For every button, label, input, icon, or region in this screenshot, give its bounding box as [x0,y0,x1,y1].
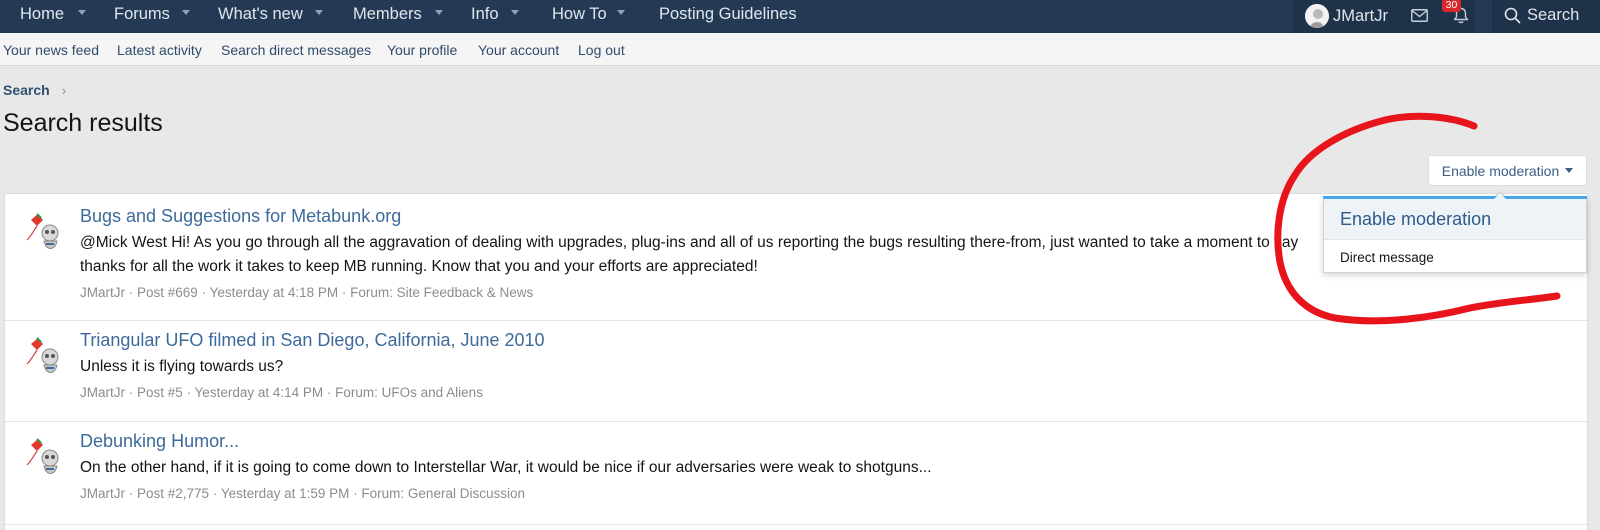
result-post-number[interactable]: Post #669 [137,285,198,300]
result-forum-link[interactable]: Forum: Site Feedback & News [350,285,533,300]
result-author-link[interactable]: JMartJr [80,486,125,501]
subnav-search-direct-messages[interactable]: Search direct messages [221,42,371,58]
dropdown-item-direct-message[interactable]: Direct message [1324,240,1586,265]
breadcrumb-chevron-icon: › [61,82,67,98]
result-snippet: On the other hand, if it is going to com… [80,459,932,476]
username-label: JMartJr [1333,6,1388,25]
dropdown-accent-line [1323,196,1587,199]
result-timestamp: Yesterday at 1:59 PM [220,486,350,501]
nav-posting-guidelines[interactable]: Posting Guidelines [659,0,797,33]
search-icon [1504,7,1521,23]
result-title-link[interactable]: Bugs and Suggestions for Metabunk.org [80,206,401,227]
subnav-latest-activity[interactable]: Latest activity [117,42,202,58]
result-meta: JMartJr · Post #669 · Yesterday at 4:18 … [80,285,534,300]
chevron-down-icon [1565,168,1574,173]
subnav-news-feed[interactable]: Your news feed [3,42,99,58]
nav-posting-guidelines-label: Posting Guidelines [659,5,797,23]
result-timestamp: Yesterday at 4:14 PM [194,385,324,400]
dropdown-pointer-inner [1493,192,1507,200]
nav-info[interactable]: Info [471,0,499,33]
alerts-count-badge: 30 [1442,0,1461,12]
subnav-your-profile[interactable]: Your profile [387,42,457,58]
search-button[interactable]: Search [1504,0,1579,30]
nav-whats-new[interactable]: What's new [218,0,303,33]
result-post-number[interactable]: Post #5 [137,385,183,400]
kite-avatar-icon [26,213,59,249]
user-avatar [1305,4,1329,28]
nav-members[interactable]: Members [353,0,422,33]
nav-home[interactable]: Home [20,0,64,33]
sub-navigation-bar: Your news feed Latest activity Search di… [0,33,1600,66]
result-avatar[interactable] [19,431,71,483]
result-snippet: Unless it is flying towards us? [80,358,284,375]
subnav-your-account[interactable]: Your account [478,42,559,58]
result-forum-link[interactable]: Forum: UFOs and Aliens [335,385,483,400]
result-forum-link[interactable]: Forum: General Discussion [361,486,525,501]
nav-info-label: Info [471,5,499,23]
subnav-log-out[interactable]: Log out [578,42,625,58]
nav-forums-label: Forums [114,5,170,23]
enable-moderation-button-label: Enable moderation [1441,162,1560,179]
nav-home-chevron-icon[interactable] [78,10,86,15]
result-meta: JMartJr · Post #5 · Yesterday at 4:14 PM… [80,385,483,400]
account-menu[interactable]: JMartJr [1305,1,1388,31]
nav-how-to-label: How To [552,5,607,23]
nav-how-to[interactable]: How To [552,0,607,33]
nav-forums[interactable]: Forums [114,0,170,33]
enable-moderation-button[interactable]: Enable moderation [1428,155,1587,186]
result-timestamp: Yesterday at 4:18 PM [209,285,339,300]
result-meta: JMartJr · Post #2,775 · Yesterday at 1:5… [80,486,525,501]
nav-members-label: Members [353,5,422,23]
kite-avatar-icon [26,337,59,373]
search-result-item: Triangular UFO filmed in San Diego, Cali… [5,321,1587,422]
nav-members-chevron-icon[interactable] [435,10,443,15]
dropdown-header: Enable moderation [1324,199,1586,240]
nav-forums-chevron-icon[interactable] [182,10,190,15]
nav-whats-new-chevron-icon[interactable] [315,10,323,15]
result-title-link[interactable]: Debunking Humor... [80,431,239,452]
result-snippet: @Mick West Hi! As you go through all the… [80,234,1299,275]
nav-how-to-chevron-icon[interactable] [617,10,625,15]
result-avatar[interactable] [19,330,71,382]
page-title: Search results [3,109,163,137]
breadcrumb: Search › [3,82,66,98]
top-navigation-bar: Home Forums What's new Members Info How … [0,0,1600,33]
result-avatar[interactable] [19,206,71,258]
result-author-link[interactable]: JMartJr [80,385,125,400]
nav-info-chevron-icon[interactable] [511,10,519,15]
kite-avatar-icon [26,438,59,474]
search-result-item: Debunking Humor... On the other hand, if… [5,422,1587,525]
envelope-icon [1410,8,1428,22]
nav-whats-new-label: What's new [218,5,303,23]
result-post-number[interactable]: Post #2,775 [137,486,209,501]
result-title-link[interactable]: Triangular UFO filmed in San Diego, Cali… [80,330,545,351]
moderation-dropdown-menu: Enable moderation Direct message [1323,198,1587,273]
breadcrumb-search-link[interactable]: Search [3,82,50,98]
inbox-button[interactable] [1406,0,1432,30]
search-button-label: Search [1527,5,1580,24]
nav-home-label: Home [20,5,65,23]
result-author-link[interactable]: JMartJr [80,285,125,300]
